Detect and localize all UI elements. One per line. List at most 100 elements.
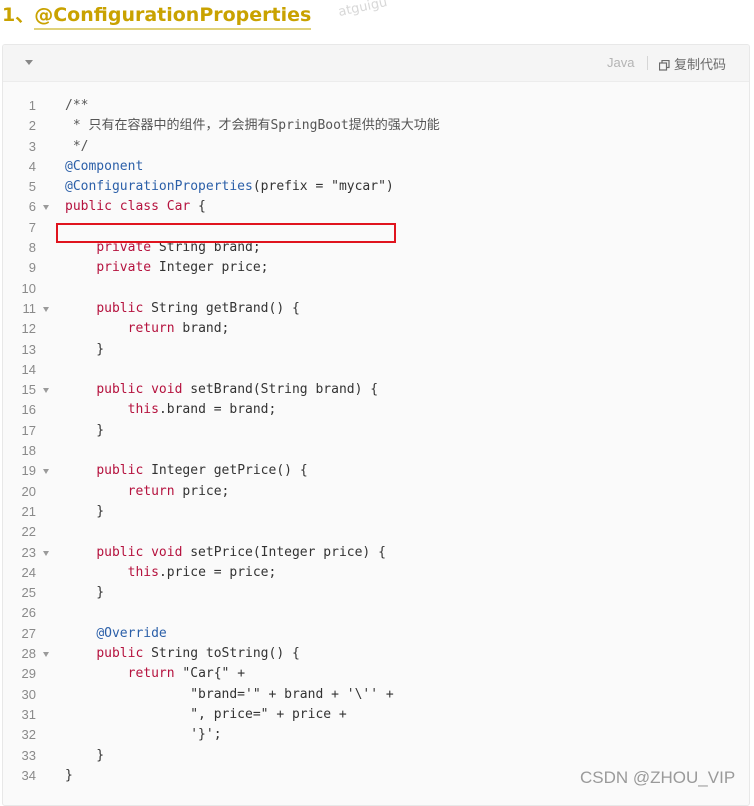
fold-arrow-icon[interactable] xyxy=(43,469,49,475)
collapse-toggle-icon[interactable] xyxy=(25,60,33,65)
code-line: 20 return price; xyxy=(3,482,749,502)
line-number: 30 xyxy=(21,686,36,702)
watermark: atguigu xyxy=(336,0,389,20)
line-number: 33 xyxy=(21,747,36,763)
language-label: Java xyxy=(607,55,635,70)
code-token: price; xyxy=(174,483,230,499)
code-line: 10 xyxy=(3,279,749,299)
code-token: this xyxy=(127,402,159,418)
code-text: private Integer price; xyxy=(65,258,269,278)
code-text: public Integer getPrice() { xyxy=(65,461,307,481)
code-token: /** xyxy=(65,98,89,113)
highlight-box xyxy=(56,223,396,243)
line-number: 14 xyxy=(21,361,36,377)
code-text: public String toString() { xyxy=(65,644,300,664)
code-token: setBrand(String brand) { xyxy=(182,382,379,398)
copy-code-label: 复制代码 xyxy=(674,58,727,73)
line-number: 1 xyxy=(28,98,36,113)
code-text: @Override xyxy=(65,624,167,644)
code-token: } xyxy=(65,747,105,763)
code-line: 12 return brand; xyxy=(3,319,749,339)
line-number: 17 xyxy=(21,422,36,438)
code-line: 24 this.price = price; xyxy=(3,563,749,583)
line-number: 7 xyxy=(28,219,36,235)
code-line: 9 private Integer price; xyxy=(3,258,749,278)
code-token: */ xyxy=(65,138,89,154)
code-token: @Component xyxy=(65,158,144,174)
code-token: '}'; xyxy=(65,727,222,743)
line-number: 5 xyxy=(28,179,36,195)
fold-arrow-icon[interactable] xyxy=(43,652,49,658)
code-token: return xyxy=(127,321,175,337)
line-number: 28 xyxy=(21,646,36,662)
code-token: return xyxy=(127,666,175,682)
code-text: } xyxy=(65,746,104,766)
code-block: Java 复制代码 1 /** 2 * 只有在容器中的组件，才会拥有SpringBo… xyxy=(2,44,750,806)
fold-arrow-icon[interactable] xyxy=(43,306,49,312)
code-token: ", price=" + price + xyxy=(65,706,347,722)
code-text: @ConfigurationProperties(prefix = "mycar… xyxy=(65,177,394,197)
code-token: } xyxy=(65,503,105,519)
code-token: { xyxy=(190,199,206,215)
line-number: 20 xyxy=(21,483,36,499)
line-number: 23 xyxy=(21,544,36,560)
code-line: 31 ", price=" + price + xyxy=(3,705,749,725)
code-token: ) xyxy=(385,179,394,195)
code-token: } xyxy=(65,341,105,357)
code-text: return brand; xyxy=(65,319,230,339)
line-number: 16 xyxy=(21,402,36,418)
code-line: 16 this.brand = brand; xyxy=(3,400,749,420)
code-line: 27 @Override xyxy=(3,624,749,644)
line-number: 11 xyxy=(22,300,37,316)
code-token: @Override xyxy=(96,625,167,641)
code-line: 14 xyxy=(3,360,749,380)
code-text: public class Car { xyxy=(65,197,206,217)
line-number: 9 xyxy=(28,260,36,276)
code-token: (prefix = xyxy=(252,179,332,195)
code-token: } xyxy=(65,767,73,783)
line-number: 13 xyxy=(21,341,36,357)
line-number: 34 xyxy=(21,767,36,783)
code-line: 23 public void setPrice(Integer price) { xyxy=(3,543,749,563)
code-text: '}'; xyxy=(65,725,222,745)
code-token: "Car{" + xyxy=(174,666,246,682)
code-token: brand; xyxy=(174,321,230,337)
code-token: setPrice(Integer price) { xyxy=(182,544,386,560)
code-text: this.brand = brand; xyxy=(65,400,277,420)
code-text: */ xyxy=(65,137,89,157)
line-number: 6 xyxy=(28,199,36,215)
code-token: public class xyxy=(65,199,159,215)
fold-arrow-icon[interactable] xyxy=(43,550,49,556)
code-line: 29 return "Car{" + xyxy=(3,664,749,684)
line-number: 3 xyxy=(28,138,36,154)
code-text: return "Car{" + xyxy=(65,664,245,684)
code-line: 3 */ xyxy=(3,137,749,157)
line-number: 27 xyxy=(21,625,36,641)
code-line: 13 } xyxy=(3,340,749,360)
code-text: /** xyxy=(65,96,88,116)
line-number: 10 xyxy=(21,280,36,296)
code-token: Car xyxy=(166,199,191,215)
fold-arrow-icon[interactable] xyxy=(43,388,49,394)
code-text: } xyxy=(65,502,104,522)
code-line: 32 '}'; xyxy=(3,725,749,745)
section-heading: 1、@ConfigurationProperties xyxy=(0,0,312,30)
copy-code-button[interactable]: 复制代码 xyxy=(658,54,727,73)
fold-arrow-icon[interactable] xyxy=(43,205,49,211)
code-token: public xyxy=(96,646,144,662)
code-line: 11 public String getBrand() { xyxy=(3,299,749,319)
section-title: @ConfigurationProperties xyxy=(34,2,312,30)
code-token: String toString() { xyxy=(143,646,300,662)
code-token: * 只有在容器中的组件，才会拥有SpringBoot提供的强大功能 xyxy=(65,118,440,134)
code-text: public String getBrand() { xyxy=(65,299,300,319)
code-token: return xyxy=(127,483,175,499)
code-token: Integer price; xyxy=(151,260,269,276)
credit-watermark: CSDN @ZHOU_VIP xyxy=(580,768,736,787)
section-number: 1、 xyxy=(2,4,35,26)
code-text: } xyxy=(65,583,104,603)
line-number: 15 xyxy=(21,382,36,398)
